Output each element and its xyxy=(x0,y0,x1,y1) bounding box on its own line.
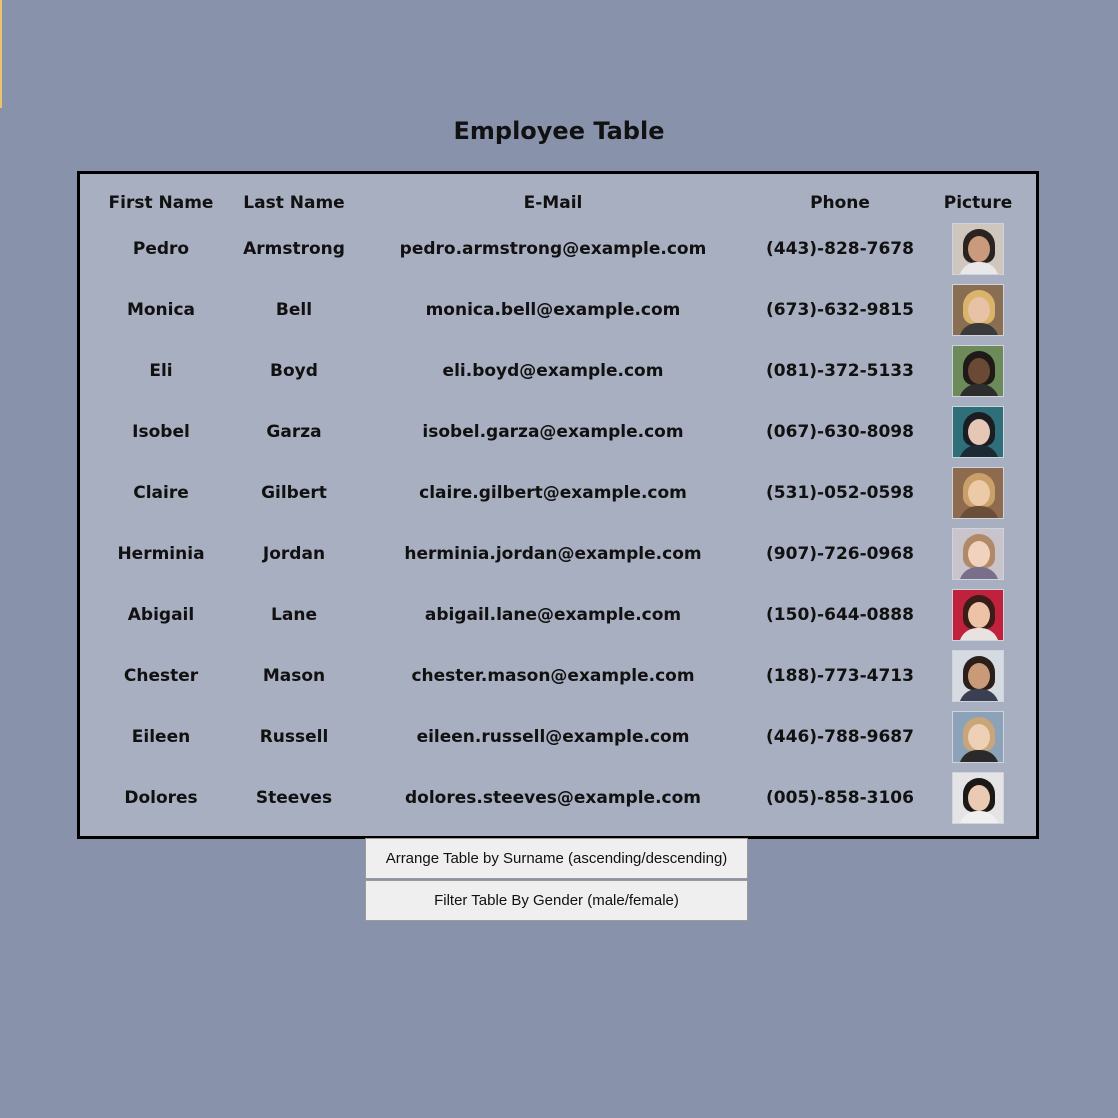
photo-face xyxy=(968,296,990,323)
employee-table: First Name Last Name E-Mail Phone Pictur… xyxy=(80,188,1036,828)
email-cell: eli.boyd@example.com xyxy=(442,360,664,381)
picture-cell xyxy=(920,340,1036,401)
photo-face xyxy=(968,357,990,384)
table-body: Pedro Armstrong pedro.armstrong@example.co… xyxy=(80,218,1036,828)
last-name-cell: Garza xyxy=(266,421,322,442)
table-row: Pedro Armstrong pedro.armstrong@example.co… xyxy=(80,218,1036,279)
first-name-cell: Claire xyxy=(133,482,189,503)
table-row: Herminia Jordan herminia.jordan@example.co… xyxy=(80,523,1036,584)
email-cell: dolores.steeves@example.com xyxy=(404,787,701,808)
photo-face xyxy=(968,601,990,628)
email-cell: isobel.garza@example.com xyxy=(422,421,684,442)
picture-cell xyxy=(920,218,1036,279)
phone-cell: (067)-630-8098 xyxy=(766,421,914,442)
first-name-cell: Abigail xyxy=(127,604,195,625)
sort-by-surname-button[interactable]: Arrange Table by Surname (ascending/desc… xyxy=(365,838,748,879)
email-cell: monica.bell@example.com xyxy=(425,299,681,320)
last-name-cell: Boyd xyxy=(270,360,318,381)
employee-photo xyxy=(952,222,1004,275)
email-cell: claire.gilbert@example.com xyxy=(419,482,687,503)
employee-photo xyxy=(952,466,1004,519)
last-name-cell: Armstrong xyxy=(243,238,345,259)
column-header-first-name: First Name xyxy=(108,193,214,213)
phone-cell: (673)-632-9815 xyxy=(766,299,914,320)
phone-cell: (081)-372-5133 xyxy=(766,360,914,381)
picture-cell xyxy=(920,401,1036,462)
email-cell: herminia.jordan@example.com xyxy=(404,543,702,564)
last-name-cell: Gilbert xyxy=(261,482,327,503)
table-row: Monica Bell monica.bell@example.com (673)-6… xyxy=(80,279,1036,340)
first-name-cell: Monica xyxy=(126,299,196,320)
first-name-cell: Pedro xyxy=(132,238,190,259)
employee-photo xyxy=(952,649,1004,702)
last-name-cell: Steeves xyxy=(255,787,333,808)
table-row: Eli Boyd eli.boyd@example.com (081)-372-513… xyxy=(80,340,1036,401)
last-name-cell: Mason xyxy=(262,665,326,686)
email-cell: pedro.armstrong@example.com xyxy=(399,238,707,259)
picture-cell xyxy=(920,279,1036,340)
photo-face xyxy=(968,235,990,262)
first-name-cell: Herminia xyxy=(117,543,205,564)
page-title: Employee Table xyxy=(453,117,665,145)
first-name-cell: Dolores xyxy=(124,787,198,808)
employee-photo xyxy=(952,710,1004,763)
picture-cell xyxy=(920,584,1036,645)
phone-cell: (446)-788-9687 xyxy=(766,726,914,747)
photo-face xyxy=(968,418,990,445)
table-row: Isobel Garza isobel.garza@example.com (067)… xyxy=(80,401,1036,462)
column-header-picture: Picture xyxy=(943,193,1013,213)
column-header-phone: Phone xyxy=(810,193,870,213)
photo-face xyxy=(968,784,990,811)
phone-cell: (531)-052-0598 xyxy=(766,482,914,503)
last-name-cell: Lane xyxy=(271,604,317,625)
phone-cell: (005)-858-3106 xyxy=(766,787,914,808)
picture-cell xyxy=(920,523,1036,584)
picture-cell xyxy=(920,706,1036,767)
action-buttons: Arrange Table by Surname (ascending/desc… xyxy=(365,838,748,922)
table-header-row: First Name Last Name E-Mail Phone Pictur… xyxy=(80,188,1036,218)
picture-cell xyxy=(920,645,1036,706)
phone-cell: (907)-726-0968 xyxy=(766,543,914,564)
column-header-email: E-Mail xyxy=(523,193,583,213)
table-row: Chester Mason chester.mason@example.com (18… xyxy=(80,645,1036,706)
picture-cell xyxy=(920,462,1036,523)
employee-photo xyxy=(952,588,1004,641)
email-cell: chester.mason@example.com xyxy=(411,665,695,686)
first-name-cell: Isobel xyxy=(132,421,190,442)
photo-face xyxy=(968,662,990,689)
employee-photo xyxy=(952,405,1004,458)
phone-cell: (150)-644-0888 xyxy=(766,604,914,625)
first-name-cell: Chester xyxy=(123,665,199,686)
email-cell: eileen.russell@example.com xyxy=(416,726,690,747)
corner-accent xyxy=(0,0,2,108)
employee-table-frame: First Name Last Name E-Mail Phone Pictur… xyxy=(77,171,1039,839)
table-row: Claire Gilbert claire.gilbert@example.com (… xyxy=(80,462,1036,523)
phone-cell: (443)-828-7678 xyxy=(766,238,914,259)
last-name-cell: Jordan xyxy=(262,543,326,564)
table-row: Abigail Lane abigail.lane@example.com (150)… xyxy=(80,584,1036,645)
first-name-cell: Eileen xyxy=(131,726,191,747)
employee-photo xyxy=(952,771,1004,824)
phone-cell: (188)-773-4713 xyxy=(766,665,914,686)
photo-face xyxy=(968,723,990,750)
employee-photo xyxy=(952,344,1004,397)
table-row: Eileen Russell eileen.russell@example.com (… xyxy=(80,706,1036,767)
employee-photo xyxy=(952,283,1004,336)
table-row: Dolores Steeves dolores.steeves@example.co… xyxy=(80,767,1036,828)
last-name-cell: Russell xyxy=(259,726,329,747)
filter-by-gender-button[interactable]: Filter Table By Gender (male/female) xyxy=(365,880,748,921)
email-cell: abigail.lane@example.com xyxy=(424,604,682,625)
last-name-cell: Bell xyxy=(275,299,313,320)
photo-face xyxy=(968,479,990,506)
photo-face xyxy=(968,540,990,567)
first-name-cell: Eli xyxy=(149,360,173,381)
picture-cell xyxy=(920,767,1036,828)
employee-photo xyxy=(952,527,1004,580)
column-header-last-name: Last Name xyxy=(243,193,345,213)
